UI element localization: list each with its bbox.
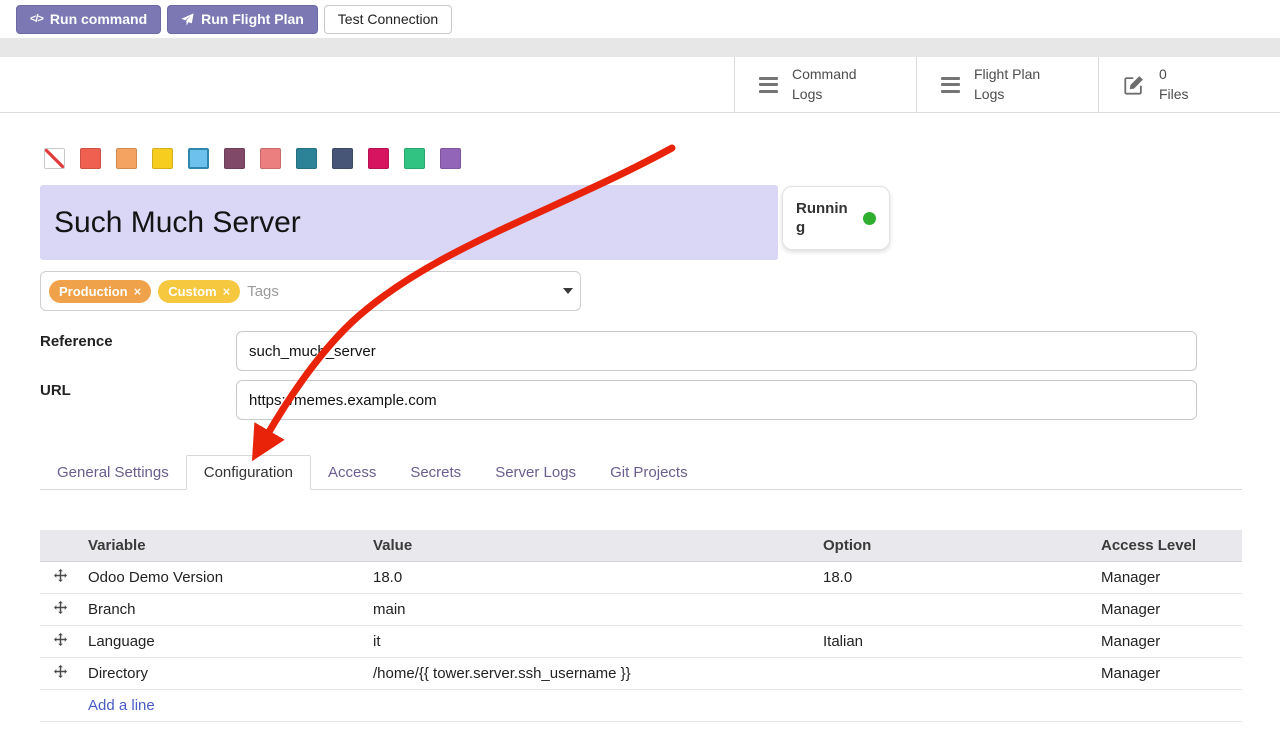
color-swatch-0[interactable]: [44, 148, 65, 169]
cell-variable[interactable]: Directory: [80, 658, 365, 690]
col-header-value: Value: [365, 530, 815, 562]
files-label: Files: [1159, 86, 1189, 102]
stat-button-flight-plan-logs[interactable]: Flight Plan Logs: [916, 57, 1098, 112]
tab-general-settings[interactable]: General Settings: [40, 456, 186, 489]
add-line-link[interactable]: Add a line: [40, 690, 1242, 722]
stat-label-line1: Command: [792, 66, 857, 82]
tag-pill: Custom ×: [158, 280, 240, 303]
color-swatch-3[interactable]: [152, 148, 173, 169]
cell-option[interactable]: [815, 658, 1093, 690]
color-swatch-8[interactable]: [332, 148, 353, 169]
separator-strip: [0, 38, 1280, 57]
table-row: Odoo Demo Version 18.0 18.0 Manager: [40, 562, 1242, 594]
tags-placeholder: Tags: [247, 283, 279, 300]
bars-icon: [759, 77, 778, 93]
tag-label: Custom: [168, 284, 216, 299]
url-input[interactable]: [236, 380, 1197, 420]
color-swatch-9[interactable]: [368, 148, 389, 169]
cell-variable[interactable]: Odoo Demo Version: [80, 562, 365, 594]
cell-value[interactable]: it: [365, 626, 815, 658]
run-flight-plan-button[interactable]: Run Flight Plan: [167, 5, 318, 34]
add-line-row: Add a line: [40, 690, 1242, 722]
color-swatch-4[interactable]: [188, 148, 209, 169]
bars-icon: [941, 77, 960, 93]
reference-label: Reference: [40, 333, 113, 350]
color-swatch-6[interactable]: [260, 148, 281, 169]
reference-input[interactable]: [236, 331, 1197, 371]
stat-button-command-logs[interactable]: Command Logs: [734, 57, 916, 112]
color-swatch-2[interactable]: [116, 148, 137, 169]
test-connection-button[interactable]: Test Connection: [324, 5, 452, 34]
server-form-page: </> Run command Run Flight Plan Test Con…: [0, 0, 1280, 742]
tab-bar: General Settings Configuration Access Se…: [40, 455, 1242, 490]
cell-variable[interactable]: Language: [80, 626, 365, 658]
run-flight-plan-label: Run Flight Plan: [201, 11, 304, 27]
run-command-button[interactable]: </> Run command: [16, 5, 161, 34]
table-row: Language it Italian Manager: [40, 626, 1242, 658]
configuration-table: Variable Value Option Access Level Odoo …: [40, 530, 1242, 722]
files-count: 0: [1159, 66, 1167, 82]
status-dot: [863, 212, 876, 225]
stat-label-line1: Flight Plan: [974, 66, 1040, 82]
url-label: URL: [40, 382, 71, 399]
stat-label-line2: Logs: [792, 86, 822, 102]
stat-label-line2: Logs: [974, 86, 1004, 102]
stat-buttons: Command Logs Flight Plan Logs 0 Files: [734, 57, 1280, 112]
tab-configuration[interactable]: Configuration: [186, 455, 311, 490]
drag-handle-icon[interactable]: [40, 658, 80, 690]
test-connection-label: Test Connection: [338, 11, 438, 27]
table-header-row: Variable Value Option Access Level: [40, 530, 1242, 562]
col-header-access-level: Access Level: [1093, 530, 1242, 562]
run-command-label: Run command: [50, 11, 147, 27]
cell-value[interactable]: main: [365, 594, 815, 626]
drag-handle-icon[interactable]: [40, 626, 80, 658]
tab-git-projects[interactable]: Git Projects: [593, 456, 705, 489]
control-panel: Command Logs Flight Plan Logs 0 Files: [0, 57, 1280, 113]
stat-button-files[interactable]: 0 Files: [1098, 57, 1280, 112]
cell-access-level[interactable]: Manager: [1093, 562, 1242, 594]
tags-input[interactable]: Production × Custom × Tags: [40, 271, 581, 311]
paper-plane-icon: [181, 13, 194, 26]
drag-handle-icon[interactable]: [40, 562, 80, 594]
tab-server-logs[interactable]: Server Logs: [478, 456, 593, 489]
cell-value[interactable]: 18.0: [365, 562, 815, 594]
cell-option[interactable]: Italian: [815, 626, 1093, 658]
col-header-handle: [40, 530, 80, 562]
status-widget[interactable]: Running: [782, 186, 890, 250]
table-row: Branch main Manager: [40, 594, 1242, 626]
tab-access[interactable]: Access: [311, 456, 393, 489]
color-swatch-5[interactable]: [224, 148, 245, 169]
col-header-option: Option: [815, 530, 1093, 562]
status-label: Running: [796, 199, 850, 238]
code-icon: </>: [30, 13, 43, 25]
cell-value[interactable]: /home/{{ tower.server.ssh_username }}: [365, 658, 815, 690]
remove-tag-icon[interactable]: ×: [134, 284, 142, 299]
color-swatch-1[interactable]: [80, 148, 101, 169]
cell-access-level[interactable]: Manager: [1093, 626, 1242, 658]
tab-secrets[interactable]: Secrets: [393, 456, 478, 489]
color-swatch-10[interactable]: [404, 148, 425, 169]
table-row: Directory /home/{{ tower.server.ssh_user…: [40, 658, 1242, 690]
edit-icon: [1123, 74, 1145, 96]
color-swatch-7[interactable]: [296, 148, 317, 169]
cell-access-level[interactable]: Manager: [1093, 594, 1242, 626]
tag-label: Production: [59, 284, 128, 299]
cell-option[interactable]: 18.0: [815, 562, 1093, 594]
cell-option[interactable]: [815, 594, 1093, 626]
col-header-variable: Variable: [80, 530, 365, 562]
cell-access-level[interactable]: Manager: [1093, 658, 1242, 690]
dropdown-caret-icon[interactable]: [563, 288, 573, 294]
color-palette: [44, 148, 461, 169]
remove-tag-icon[interactable]: ×: [223, 284, 231, 299]
color-swatch-11[interactable]: [440, 148, 461, 169]
record-name-input[interactable]: [40, 185, 778, 260]
drag-handle-icon[interactable]: [40, 594, 80, 626]
cell-variable[interactable]: Branch: [80, 594, 365, 626]
tag-pill: Production ×: [49, 280, 151, 303]
top-toolbar: </> Run command Run Flight Plan Test Con…: [0, 0, 1280, 38]
